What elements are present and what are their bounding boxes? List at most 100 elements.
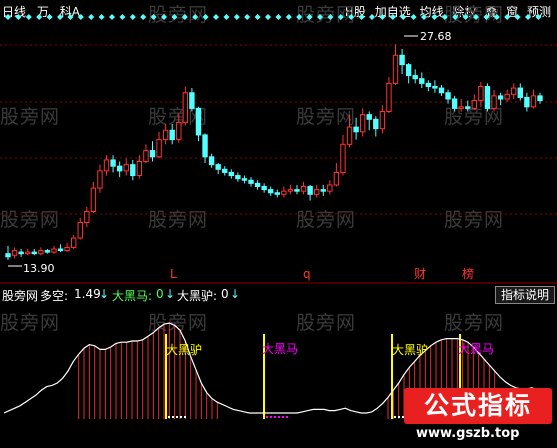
signal-diamond <box>25 14 32 20</box>
candle-body <box>110 159 116 167</box>
signal-dot <box>398 416 400 418</box>
candle-body <box>491 95 497 109</box>
signal-diamond <box>46 14 53 20</box>
candle-body <box>143 150 149 162</box>
kline-panel[interactable]: 27.68 13.90 L q 财 榜 大黑驴 大黑马 大黑驴 大黑马 <box>0 0 557 448</box>
candle-body <box>333 171 340 186</box>
signal-diamond <box>15 14 22 20</box>
signal-diamond <box>265 14 271 20</box>
signal-dot <box>168 416 170 418</box>
candle-body <box>235 175 241 180</box>
site-logo: 公式指标 www.gszb.top <box>404 388 554 444</box>
signal-diamond <box>431 14 438 20</box>
signal-diamond <box>161 14 167 20</box>
candle-body <box>320 189 326 192</box>
indicator-name[interactable]: 股旁网 <box>2 287 38 304</box>
signal-diamond <box>317 14 323 20</box>
signal-diamond <box>483 14 490 20</box>
candle-body <box>130 164 136 177</box>
signal-diamond <box>140 14 147 20</box>
candle-body <box>458 106 464 109</box>
candle-body <box>313 189 320 195</box>
signal-diamond <box>369 14 375 20</box>
signal-diamond-row <box>5 14 542 20</box>
candle-body <box>169 129 175 141</box>
candle-body <box>497 95 504 100</box>
signal-diamond <box>36 14 43 20</box>
signal-diamond <box>213 14 219 20</box>
dhl-value: 0 <box>221 287 229 301</box>
indicator-help-button[interactable]: 指标说明 <box>494 286 555 304</box>
signal-diamond <box>109 14 115 20</box>
candle-body <box>195 107 202 136</box>
candle-body <box>103 159 110 172</box>
candle-body <box>77 221 83 239</box>
high-price-text: 27.68 <box>420 30 452 43</box>
signal-diamond <box>275 14 282 20</box>
candle-body <box>215 164 221 170</box>
candle-body <box>5 253 11 258</box>
duokong-value: 1.49 <box>74 287 101 301</box>
signal-dot <box>172 416 174 418</box>
candle-body <box>90 187 97 212</box>
signal-diamond <box>452 14 459 20</box>
arrow-down-icon: ↓ <box>165 287 176 301</box>
high-price-label: 27.68 <box>404 30 452 43</box>
candle-body <box>432 86 438 89</box>
signal-diamond <box>98 14 105 20</box>
candle-body <box>300 186 307 192</box>
candle-body <box>471 100 478 109</box>
candle-body <box>97 170 103 189</box>
candle-body <box>64 246 70 252</box>
candle-body <box>412 75 418 80</box>
candle-body <box>327 184 333 192</box>
event-marker-l[interactable]: L <box>170 267 177 281</box>
candle-body <box>11 250 18 256</box>
price-gridlines <box>0 44 557 215</box>
event-marker-finance[interactable]: 财 <box>414 267 426 281</box>
candle-body <box>57 248 64 252</box>
candle-body <box>136 161 143 177</box>
candle-body <box>287 189 294 192</box>
event-marker-ranking[interactable]: 榜 <box>462 266 474 281</box>
candle-body <box>517 87 523 98</box>
signal-diamond <box>379 14 386 20</box>
candle-body <box>261 186 267 191</box>
candle-body <box>31 251 37 255</box>
signal-diamond <box>327 14 334 20</box>
event-marker-q[interactable]: q <box>303 267 311 281</box>
signal-diamond <box>77 14 84 20</box>
signal-diamond <box>441 14 448 20</box>
signal-diamond <box>192 14 199 20</box>
candle-body <box>353 126 359 133</box>
signal-diamond <box>493 14 500 20</box>
signal-dot <box>274 416 276 418</box>
candle-body <box>294 189 300 192</box>
candle-body <box>38 250 44 255</box>
candle-body <box>465 106 471 109</box>
annotation-donkey-2: 大黑驴 <box>392 342 428 357</box>
dhl-label: 大黑驴: <box>177 289 218 303</box>
candle-body <box>386 82 392 112</box>
signal-diamond <box>462 14 469 20</box>
candle-body <box>445 92 451 100</box>
candlestick-series <box>5 44 543 260</box>
signal-diamond <box>5 14 11 20</box>
candle-body <box>419 78 425 84</box>
candle-body <box>116 165 123 172</box>
signal-diamond <box>171 14 178 20</box>
signal-diamond <box>525 14 531 20</box>
signal-diamond <box>535 14 542 20</box>
candle-body <box>537 95 543 102</box>
low-price-text: 13.90 <box>23 262 55 275</box>
candle-body <box>123 164 129 172</box>
signal-diamond <box>150 14 157 20</box>
candle-body <box>359 114 366 133</box>
candle-body <box>405 64 412 77</box>
signal-dot <box>282 416 284 418</box>
signal-diamond <box>67 14 74 20</box>
signal-diamond <box>129 14 136 20</box>
candle-body <box>399 54 405 66</box>
signal-diamond <box>358 14 365 20</box>
candle-body <box>373 118 379 130</box>
